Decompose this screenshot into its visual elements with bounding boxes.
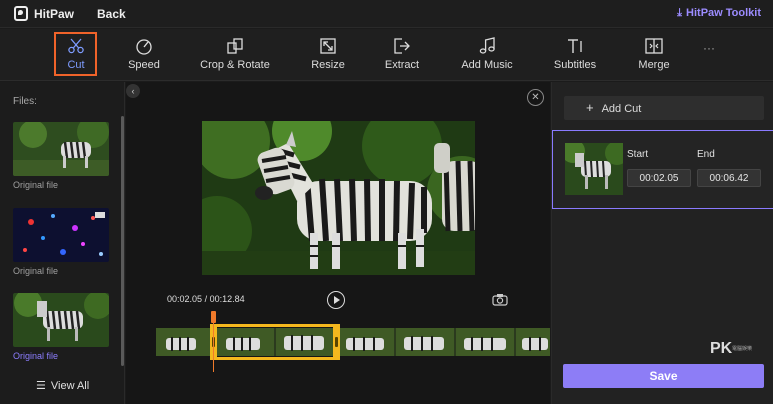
file-thumbnail <box>13 293 109 347</box>
total-time: 00:12.84 <box>209 294 245 304</box>
file-item[interactable]: Original file <box>13 122 109 190</box>
tool-add-music-label: Add Music <box>461 59 513 71</box>
file-caption: Original file <box>13 351 59 361</box>
file-caption: Original file <box>13 266 59 276</box>
toolbar: Cut Speed Crop & Rotate Resize Extract A… <box>0 29 773 81</box>
segment-thumbnail <box>565 143 623 195</box>
file-thumbnail <box>13 122 109 176</box>
pk-watermark: PK 電腦娛樂 <box>710 340 752 358</box>
tool-speed[interactable]: Speed <box>124 29 164 81</box>
more-tools-button[interactable]: ··· <box>703 41 715 55</box>
files-scrollbar[interactable] <box>121 116 124 366</box>
crop-rotate-icon <box>198 29 272 55</box>
tool-extract[interactable]: Extract <box>382 29 422 81</box>
watermark-text: PK <box>710 340 733 357</box>
add-cut-button[interactable]: + Add Cut <box>564 96 764 120</box>
watermark-subtext: 電腦娛樂 <box>732 346 753 352</box>
cut-panel: + Add Cut Start End PK 電腦娛樂 Save <box>551 82 773 404</box>
tool-resize-label: Resize <box>311 59 345 71</box>
time-display: 00:02.05 / 00:12.84 <box>167 294 245 304</box>
tool-subtitles-label: Subtitles <box>553 59 597 71</box>
back-button[interactable]: Back <box>97 7 126 21</box>
tool-speed-label: Speed <box>128 59 160 71</box>
app-name: HitPaw <box>34 7 75 21</box>
plus-icon: + <box>586 100 594 115</box>
start-label: Start <box>627 149 649 160</box>
tool-crop-rotate[interactable]: Crop & Rotate <box>198 29 272 81</box>
cut-highlight-box <box>54 32 97 76</box>
camera-icon[interactable] <box>492 293 508 311</box>
tool-resize[interactable]: Resize <box>308 29 348 81</box>
resize-icon <box>308 29 348 55</box>
extract-icon <box>382 29 422 55</box>
speed-icon <box>124 29 164 55</box>
cut-segment-card[interactable]: Start End <box>552 130 773 209</box>
time-separator: / <box>204 294 208 304</box>
add-cut-label: Add Cut <box>601 103 642 115</box>
view-all-button[interactable]: ☰ View All <box>36 379 89 392</box>
collapse-panel-icon[interactable]: ‹ <box>126 84 140 98</box>
hitpaw-logo-icon <box>14 6 28 21</box>
cut-end-handle[interactable] <box>333 324 340 360</box>
tool-crop-rotate-label: Crop & Rotate <box>200 59 270 71</box>
play-button[interactable] <box>327 291 345 309</box>
close-icon[interactable]: ✕ <box>527 89 544 106</box>
end-time-input[interactable] <box>697 169 761 187</box>
title-bar: HitPaw Back ⤓ HitPaw Toolkit <box>0 0 773 28</box>
toolkit-link[interactable]: ⤓ HitPaw Toolkit <box>677 7 761 20</box>
handle-grip <box>335 337 338 347</box>
list-icon: ☰ <box>36 380 46 392</box>
current-time: 00:02.05 <box>167 294 203 304</box>
save-button[interactable]: Save <box>563 364 764 388</box>
files-label: Files: <box>13 96 37 107</box>
file-caption: Original file <box>13 180 59 190</box>
end-label: End <box>697 149 715 160</box>
tool-extract-label: Extract <box>384 59 420 71</box>
file-thumbnail <box>13 208 109 262</box>
subtitles-icon <box>551 29 599 55</box>
tool-merge-label: Merge <box>638 59 670 71</box>
tool-merge[interactable]: Merge <box>634 29 674 81</box>
playhead-line <box>213 322 214 372</box>
tool-add-music[interactable]: Add Music <box>458 29 516 81</box>
file-item[interactable]: Original file <box>13 208 109 276</box>
files-panel: Files: Original file Original file Origi… <box>0 82 125 404</box>
music-icon <box>458 29 516 55</box>
preview-area: ✕ 00:02.05 / 00:12.84 <box>126 82 550 404</box>
merge-icon <box>634 29 674 55</box>
file-item[interactable]: Original file <box>13 293 109 361</box>
download-icon: ⤓ <box>677 7 683 19</box>
start-time-input[interactable] <box>627 169 691 187</box>
cut-selection-box[interactable] <box>210 324 340 360</box>
tool-subtitles[interactable]: Subtitles <box>551 29 599 81</box>
view-all-label: View All <box>50 380 90 392</box>
toolkit-label: HitPaw Toolkit <box>686 7 761 19</box>
video-preview <box>202 121 475 275</box>
